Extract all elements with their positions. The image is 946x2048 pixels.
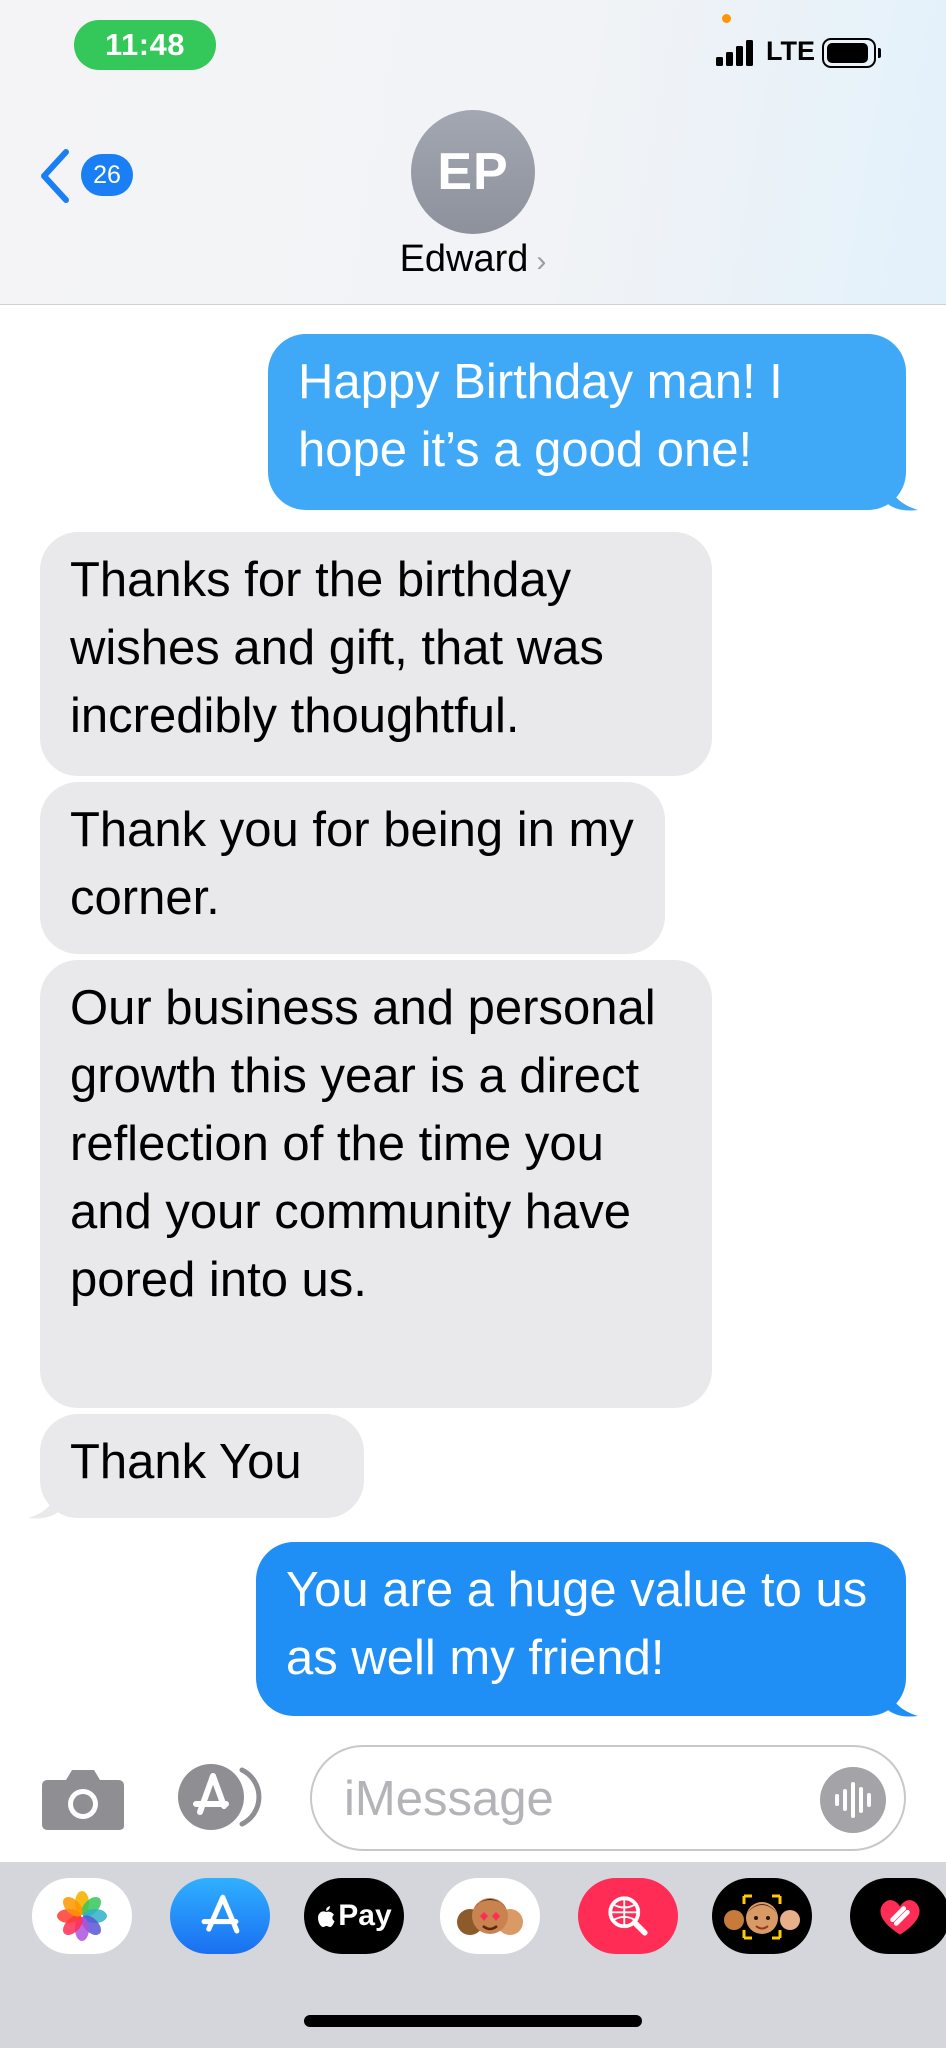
heart-icon bbox=[880, 1900, 920, 1935]
audio-message-button[interactable] bbox=[820, 1767, 886, 1833]
message-text: Thanks for the birthday wishes and gift,… bbox=[70, 553, 604, 743]
message-text: Thank you for being in my corner. bbox=[70, 803, 634, 925]
home-indicator[interactable] bbox=[304, 2015, 642, 2027]
battery-icon bbox=[822, 38, 881, 68]
photos-flower-icon bbox=[57, 1891, 107, 1941]
network-type: LTE bbox=[766, 36, 815, 66]
memoji-stickers-app-icon[interactable] bbox=[440, 1878, 540, 1954]
imessage-field[interactable] bbox=[310, 1745, 906, 1851]
contact-avatar[interactable]: EP bbox=[411, 110, 535, 234]
received-message-bubble[interactable]: Thank You bbox=[40, 1414, 364, 1518]
contact-name-row[interactable]: Edward › bbox=[0, 238, 946, 281]
app-drawer: Pay bbox=[0, 1862, 946, 2048]
status-bar: 11:48 LTE bbox=[0, 0, 946, 100]
bubble-tail bbox=[884, 470, 918, 511]
chevron-right-icon: › bbox=[536, 245, 547, 278]
app-store-icon[interactable] bbox=[176, 1762, 268, 1832]
status-time: 11:48 bbox=[74, 20, 216, 70]
sent-message-bubble[interactable]: Happy Birthday man! I hope it’s a good o… bbox=[268, 334, 906, 510]
apple-logo-icon bbox=[318, 1906, 335, 1927]
apple-pay-app-icon[interactable]: Pay bbox=[304, 1878, 404, 1954]
bubble-tail bbox=[884, 1676, 918, 1717]
photos-app-icon[interactable] bbox=[32, 1878, 132, 1954]
unread-count-badge: 26 bbox=[81, 154, 133, 196]
back-button[interactable]: 26 bbox=[36, 140, 156, 210]
waveform-icon bbox=[835, 1782, 871, 1818]
cellular-signal-icon bbox=[716, 40, 756, 66]
message-text: You are a huge value to us as well my fr… bbox=[286, 1563, 868, 1685]
message-text: Happy Birthday man! I hope it’s a good o… bbox=[298, 355, 783, 477]
memoji-app-icon[interactable] bbox=[712, 1878, 812, 1954]
contact-name: Edward bbox=[399, 238, 529, 280]
image-search-app-icon[interactable] bbox=[578, 1878, 678, 1954]
app-store-a-icon bbox=[201, 1894, 240, 1934]
memoji-face-icon bbox=[724, 1894, 800, 1940]
app-store-app-icon[interactable] bbox=[170, 1878, 270, 1954]
message-text-input[interactable] bbox=[344, 1769, 784, 1829]
chevron-left-icon bbox=[41, 149, 69, 203]
message-text: Thank You bbox=[70, 1435, 302, 1489]
received-message-bubble[interactable]: Thanks for the birthday wishes and gift,… bbox=[40, 532, 712, 776]
sent-message-bubble[interactable]: You are a huge value to us as well my fr… bbox=[256, 1542, 906, 1716]
globe-search-icon bbox=[608, 1896, 648, 1936]
apple-pay-label: Pay bbox=[338, 1899, 392, 1932]
memoji-faces-icon bbox=[457, 1898, 523, 1935]
received-message-bubble[interactable]: Thank you for being in my corner. bbox=[40, 782, 665, 954]
message-text: Our business and personal growth this ye… bbox=[70, 981, 656, 1307]
microphone-indicator-dot bbox=[722, 14, 731, 23]
bubble-tail bbox=[28, 1478, 62, 1519]
camera-icon[interactable] bbox=[40, 1766, 126, 1832]
received-message-bubble[interactable]: Our business and personal growth this ye… bbox=[40, 960, 712, 1408]
digital-touch-app-icon[interactable] bbox=[850, 1878, 946, 1954]
